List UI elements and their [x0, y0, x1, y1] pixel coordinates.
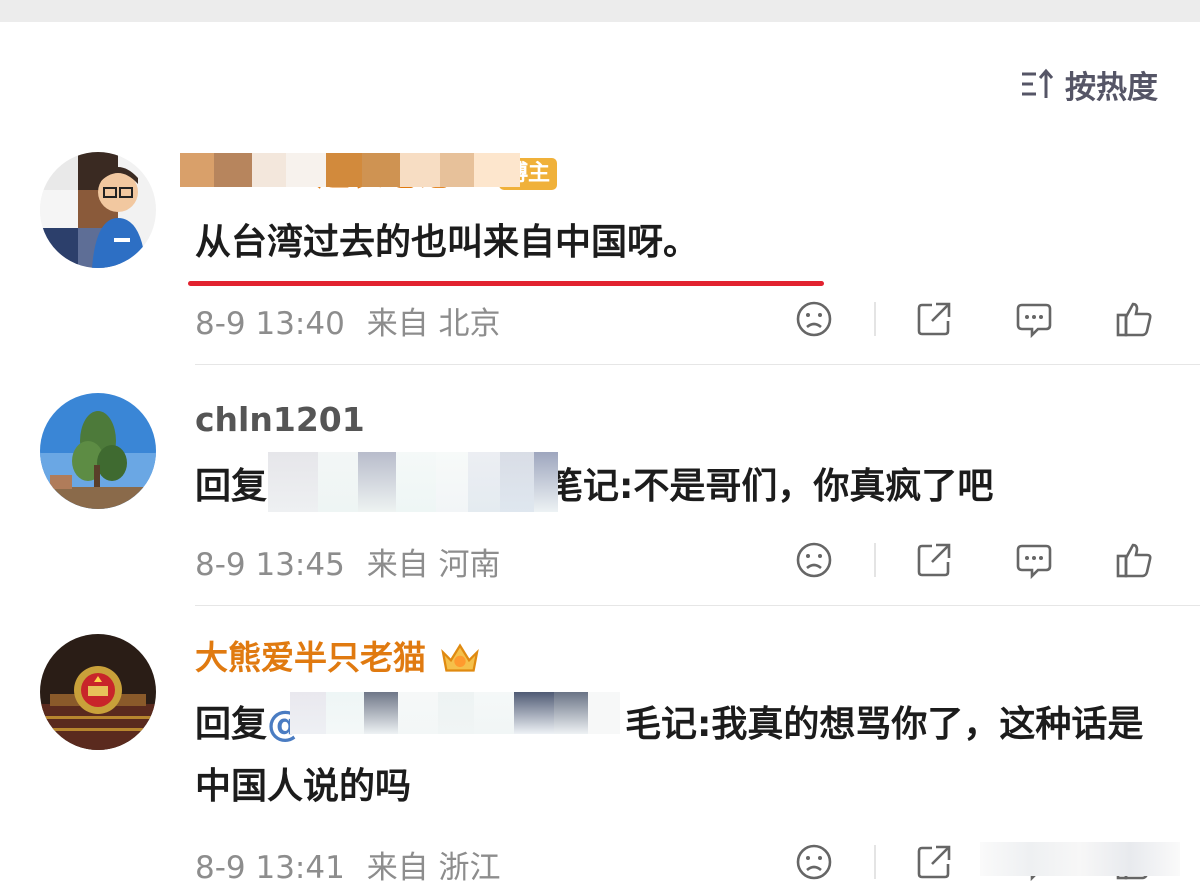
comment-time: 8-9 13:40	[195, 306, 345, 342]
dislike-face-icon	[796, 542, 832, 578]
share-icon	[917, 845, 951, 879]
comment-username[interactable]: chln1201	[195, 398, 1160, 442]
dislike-face-icon	[796, 844, 832, 880]
action-separator	[874, 543, 876, 577]
comment-meta: 8-9 13:45 来自 河南	[195, 539, 501, 584]
crown-icon	[441, 643, 479, 672]
comment-time: 8-9 13:45	[195, 547, 345, 583]
comment-location: 来自 浙江	[366, 850, 501, 886]
reply-button[interactable]	[1012, 538, 1056, 582]
comment-text: 从台湾过去的也叫来自中国呀。	[195, 222, 700, 263]
share-button[interactable]	[912, 840, 956, 884]
action-separator	[874, 845, 876, 879]
red-underline	[188, 281, 824, 286]
share-icon	[917, 302, 951, 336]
sort-by-hot-button[interactable]: 按热度	[1019, 62, 1158, 106]
comment-icon	[1016, 544, 1052, 580]
sort-label: 按热度	[1065, 69, 1158, 106]
comment-location: 来自 河南	[366, 547, 501, 583]
share-icon	[917, 543, 951, 577]
dislike-button[interactable]	[792, 538, 836, 582]
like-button[interactable]	[1112, 297, 1156, 341]
reply-prefix: 回复	[195, 704, 268, 745]
avatar-cartoon-man-icon	[40, 152, 156, 268]
comment-icon	[1016, 303, 1052, 339]
dislike-button[interactable]	[792, 840, 836, 884]
avatar[interactable]	[40, 152, 156, 268]
reply-button[interactable]	[1012, 297, 1056, 341]
redaction-block	[980, 842, 1180, 876]
comment-actions	[792, 297, 1156, 341]
divider	[195, 605, 1200, 606]
comment-meta: 8-9 13:40 来自 北京	[195, 298, 501, 343]
username-text: 大熊爱半只老猫	[195, 638, 426, 677]
dislike-face-icon	[796, 301, 832, 337]
action-separator	[874, 302, 876, 336]
share-button[interactable]	[912, 297, 956, 341]
redaction-block	[180, 153, 520, 187]
comment-username[interactable]: 大熊爱半只老猫	[195, 636, 1160, 680]
avatar[interactable]	[40, 393, 156, 509]
redaction-block	[268, 452, 558, 512]
comment-meta: 8-9 13:41 来自 浙江	[195, 842, 501, 886]
avatar-emblem-icon	[40, 634, 156, 750]
reply-prefix: 回复	[195, 466, 268, 507]
share-button[interactable]	[912, 538, 956, 582]
comment-time: 8-9 13:41	[195, 850, 345, 886]
reply-text: 笔记:不是哥们，你真疯了吧	[547, 466, 994, 507]
sort-icon	[1022, 68, 1054, 98]
redaction-block	[290, 692, 620, 734]
comment-text-line2: 中国人说的吗	[195, 766, 412, 807]
avatar[interactable]	[40, 634, 156, 750]
dislike-button[interactable]	[792, 297, 836, 341]
reply-text: 毛记:我真的想骂你了，这种话是	[625, 704, 1144, 745]
top-bar	[0, 0, 1200, 22]
like-icon	[1116, 543, 1152, 578]
divider	[195, 364, 1200, 365]
comment-actions	[792, 538, 1156, 582]
like-button[interactable]	[1112, 538, 1156, 582]
avatar-tree-icon	[40, 393, 156, 509]
like-icon	[1116, 302, 1152, 337]
comment-location: 来自 北京	[366, 306, 501, 342]
